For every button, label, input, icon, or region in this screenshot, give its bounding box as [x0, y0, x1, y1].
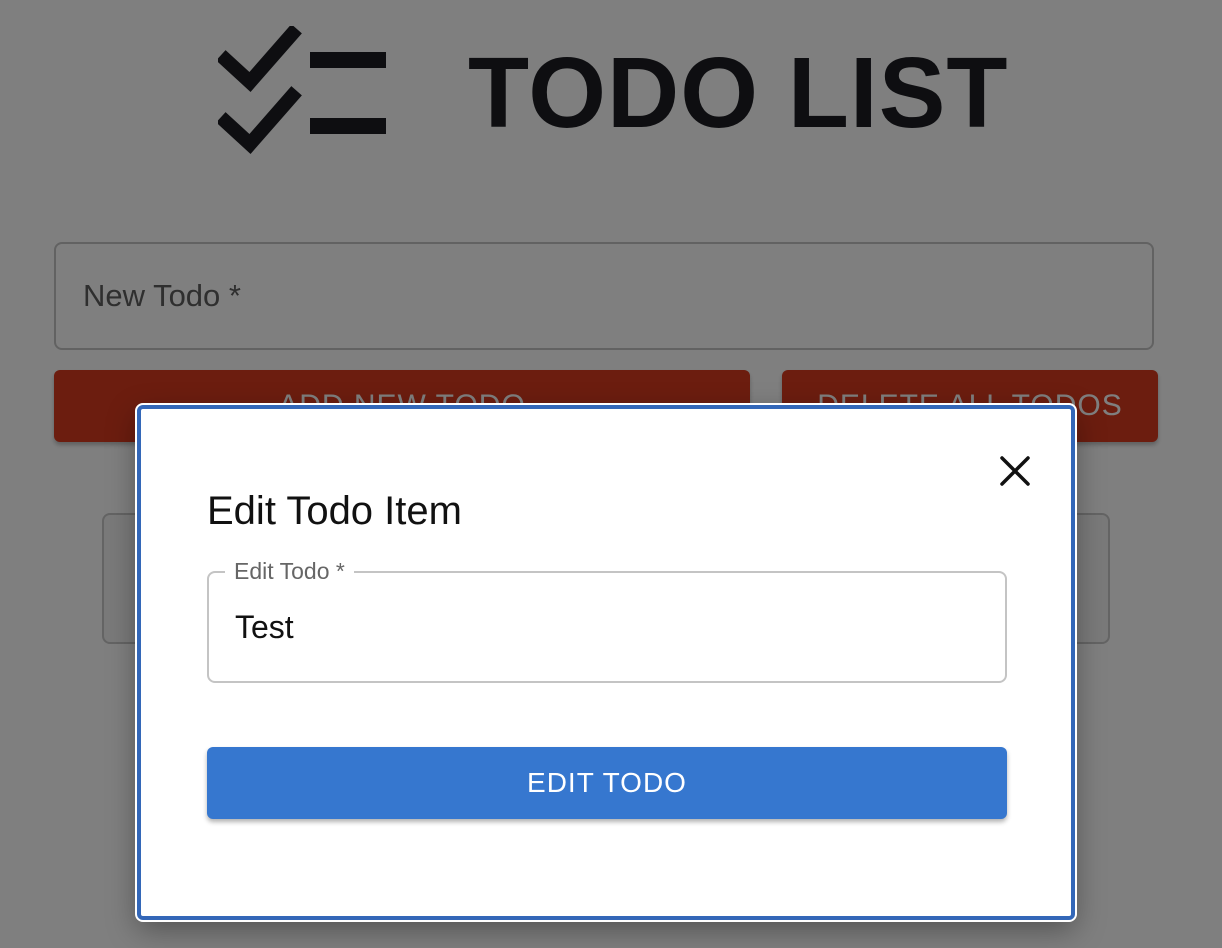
dialog-title: Edit Todo Item: [207, 489, 462, 533]
edit-todo-input[interactable]: [235, 603, 975, 651]
edit-todo-label: Edit Todo *: [225, 556, 354, 586]
edit-todo-field: Edit Todo *: [207, 556, 1007, 683]
page: TODO LIST New Todo * ADD NEW TODO DELETE…: [0, 0, 1222, 948]
edit-todo-button[interactable]: EDIT TODO: [207, 747, 1007, 819]
edit-todo-dialog: Edit Todo Item Edit Todo * EDIT TODO: [137, 405, 1075, 920]
close-icon[interactable]: [995, 451, 1035, 491]
